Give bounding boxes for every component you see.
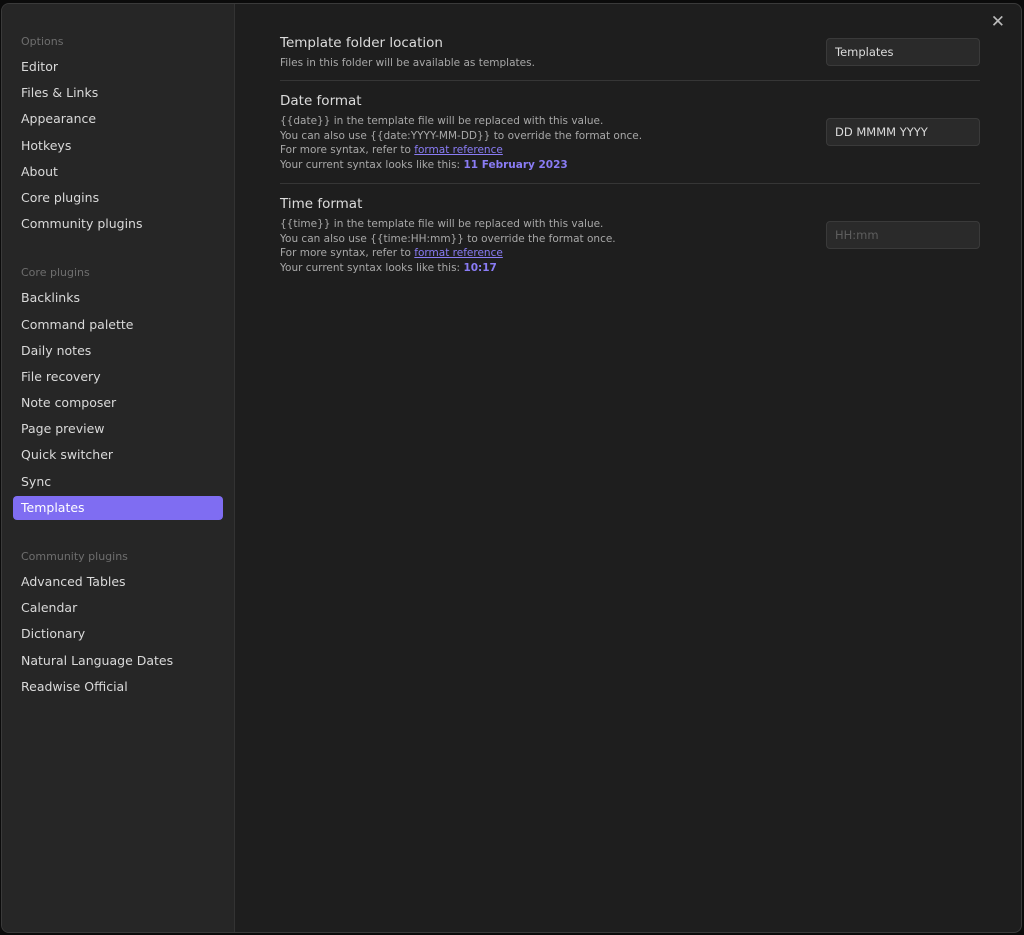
sidebar-item-quick-switcher[interactable]: Quick switcher: [13, 443, 223, 467]
core-plugins-header: Core plugins: [21, 266, 90, 280]
sidebar-item-about[interactable]: About: [13, 160, 223, 184]
close-icon[interactable]: ✕: [991, 12, 1005, 32]
desc-line: For more syntax, refer to: [280, 144, 415, 156]
sidebar-item-page-preview[interactable]: Page preview: [13, 417, 223, 441]
setting-template-folder: Template folder location Files in this f…: [280, 4, 980, 81]
setting-time-format: Time format {{time}} in the template fil…: [280, 184, 980, 287]
setting-name: Time format: [280, 196, 363, 212]
sidebar-item-appearance[interactable]: Appearance: [13, 107, 223, 131]
options-header: Options: [21, 35, 64, 48]
date-format-input[interactable]: [826, 118, 980, 146]
sidebar-item-readwise-official[interactable]: Readwise Official: [13, 675, 223, 699]
sidebar-item-note-composer[interactable]: Note composer: [13, 391, 223, 415]
sidebar-item-hotkeys[interactable]: Hotkeys: [13, 134, 223, 158]
sidebar-item-community-plugins[interactable]: Community plugins: [13, 212, 223, 236]
sidebar-item-calendar[interactable]: Calendar: [13, 596, 223, 620]
settings-content: Template folder location Files in this f…: [280, 4, 980, 287]
sidebar-item-daily-notes[interactable]: Daily notes: [13, 339, 223, 363]
sidebar-item-dictionary[interactable]: Dictionary: [13, 622, 223, 646]
desc-line: Your current syntax looks like this:: [280, 158, 464, 171]
settings-modal: Options Editor Files & Links Appearance Hot…: [1, 3, 1022, 933]
sidebar-item-command-palette[interactable]: Command palette: [13, 313, 223, 337]
desc-line: For more syntax, refer to: [280, 247, 415, 259]
format-reference-link[interactable]: format reference: [414, 144, 503, 156]
time-format-input[interactable]: [826, 221, 980, 249]
setting-date-format: Date format {{date}} in the template fil…: [280, 81, 980, 184]
sidebar-item-core-plugins[interactable]: Core plugins: [13, 186, 223, 210]
sidebar-item-advanced-tables[interactable]: Advanced Tables: [13, 570, 223, 594]
community-plugins-header: Community plugins: [21, 550, 128, 563]
sidebar-item-editor[interactable]: Editor: [13, 55, 223, 79]
time-preview: 10:17: [463, 261, 497, 274]
settings-sidebar: Options Editor Files & Links Appearance Hot…: [2, 4, 235, 932]
format-reference-link[interactable]: format reference: [414, 247, 503, 259]
setting-name: Date format: [280, 93, 362, 109]
sidebar-item-templates[interactable]: Templates: [13, 495, 223, 520]
sidebar-item-sync[interactable]: Sync: [13, 470, 223, 494]
sidebar-item-natural-language-dates[interactable]: Natural Language Dates: [13, 649, 223, 673]
template-folder-input[interactable]: [826, 38, 980, 66]
date-preview: 11 February 2023: [463, 158, 568, 171]
sidebar-item-backlinks[interactable]: Backlinks: [13, 286, 223, 310]
sidebar-item-files-links[interactable]: Files & Links: [13, 81, 223, 105]
desc-line: Your current syntax looks like this:: [280, 261, 464, 274]
sidebar-item-file-recovery[interactable]: File recovery: [13, 365, 223, 389]
